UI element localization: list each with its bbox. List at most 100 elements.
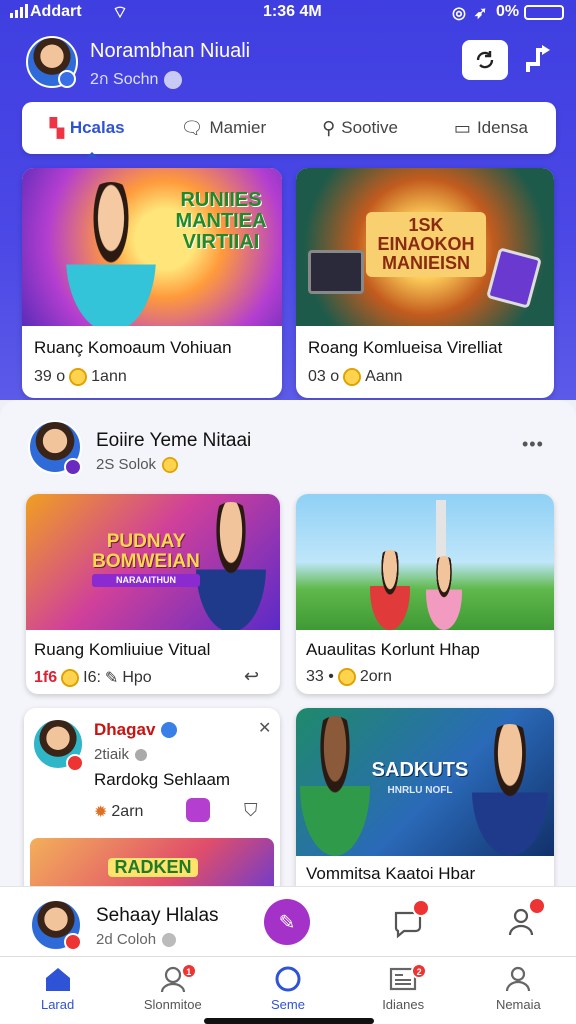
- verified-icon: [161, 722, 178, 738]
- card-time: Aann: [365, 368, 403, 385]
- notification-badge: [412, 899, 430, 917]
- character-illustration: [66, 182, 156, 326]
- nav-community[interactable]: 1 Slonmitoe: [123, 963, 223, 1012]
- phone-illustration: [486, 247, 542, 309]
- tab-hcalas[interactable]: ▚ Hcalas: [49, 117, 125, 158]
- card-artwork: RUNIIES MANTIEA VIRTIIAI: [22, 168, 282, 326]
- nav-label: Nemaia: [495, 997, 541, 1012]
- chat-meta: ✹ 2arn: [94, 802, 143, 822]
- chat-card[interactable]: Dhagav ✕ 2tiaik Rardokg Sehlaam ✹ 2arn ⛉…: [24, 708, 280, 898]
- card-action[interactable]: Hpo: [122, 669, 151, 687]
- flame-icon: ✹: [94, 804, 108, 821]
- nav-label: Idianes: [382, 997, 425, 1012]
- compose-button[interactable]: ✎: [264, 899, 310, 945]
- feature-card[interactable]: 1SK EINAOKOH MANIEISN Roang Komlueisa Vi…: [296, 168, 554, 398]
- share-icon: [526, 45, 550, 72]
- refresh-button[interactable]: [462, 40, 508, 80]
- share-button[interactable]: [522, 42, 556, 78]
- bookmark-icon[interactable]: ⛉: [244, 800, 258, 821]
- card-artwork: PUDNAY BOMWEIAN NARAAITHUN: [26, 494, 280, 630]
- home-icon: [45, 968, 70, 991]
- card-meta: 33 • 2orn: [306, 668, 392, 686]
- nav-seme[interactable]: Seme: [238, 965, 338, 1012]
- notification-badge: 1: [180, 963, 197, 979]
- post-sub: 2S Solok: [96, 456, 179, 473]
- artwork-title: PUDNAY BOMWEIAN: [92, 531, 200, 572]
- tab-label: Hcalas: [69, 118, 125, 137]
- chat-time: 2arn: [111, 803, 144, 820]
- post-sub-text: 2S Solok: [96, 456, 157, 473]
- character-illustration: [300, 716, 370, 856]
- card-caption: Vommitsa Kaatoi Hbar: [306, 864, 476, 883]
- card-caption: Roang Komlueisa Virelliat: [308, 338, 503, 357]
- profile-name: Norambhan Niuali: [90, 40, 251, 62]
- active-indicator: [85, 151, 98, 158]
- tab-bar: ▚ Hcalas 🗨 Mamier ⚲ Sootive ▭ Idensa: [22, 102, 556, 158]
- grid-icon: ▚: [49, 117, 64, 138]
- tab-label: Idensa: [476, 118, 528, 137]
- reaction-icon: [343, 368, 362, 386]
- feature-card[interactable]: RUNIIES MANTIEA VIRTIIAI Ruanç Komoaum V…: [22, 168, 282, 398]
- character-illustration: [370, 550, 410, 630]
- tab-sootive[interactable]: ⚲ Sootive: [322, 118, 398, 139]
- message-icon: ▭: [453, 117, 471, 138]
- search-icon: ⚲: [322, 117, 336, 138]
- tab-mamier[interactable]: 🗨 Mamier: [181, 118, 267, 139]
- chat-name: Dhagav: [94, 720, 156, 739]
- notification-badge: [528, 897, 546, 915]
- card-time: 2orn: [359, 668, 392, 685]
- nav-home[interactable]: Larad: [8, 965, 108, 1012]
- close-icon[interactable]: ✕: [258, 718, 271, 738]
- battery-label: 0%: [496, 3, 520, 20]
- card-time: I6:: [83, 669, 101, 686]
- preview-title: RADKEN: [108, 858, 198, 877]
- sticker-icon[interactable]: [186, 798, 210, 822]
- status-bar: Addart ⌔ 1:36 4M ◎ ➶ 0%: [0, 0, 576, 26]
- card-meta: 03 o Aann: [308, 368, 403, 386]
- pencil-icon: ✎: [278, 911, 296, 934]
- reaction-icon: [61, 669, 80, 687]
- tab-idensa[interactable]: ▭ Idensa: [454, 118, 528, 139]
- composer-bar: Sehaay Hlalas 2d Coloh ✎: [0, 886, 576, 956]
- nav-news[interactable]: 2 Idianes: [353, 963, 453, 1012]
- status-icon: [135, 748, 148, 761]
- composer-sub: 2d Coloh: [96, 931, 157, 948]
- notification-badge: 2: [411, 963, 428, 979]
- profile-sub-text: 2ก Sochn: [90, 71, 159, 88]
- card-caption: Auaulitas Korlunt Hhap: [306, 640, 480, 659]
- content-card[interactable]: PUDNAY BOMWEIAN NARAAITHUN Ruang Komliui…: [26, 494, 280, 694]
- messages-button[interactable]: [392, 899, 430, 939]
- content-card[interactable]: Auaulitas Korlunt Hhap 33 • 2orn: [296, 494, 554, 694]
- chat-text: Rardokg Sehlaam: [94, 770, 231, 789]
- card-time: 1ann: [91, 368, 127, 385]
- nav-label: Larad: [40, 997, 75, 1012]
- reaction-icon: [162, 456, 179, 473]
- artwork-title: 1SK EINAOKOH MANIEISN: [366, 212, 486, 277]
- card-artwork: SADKUTS HNRLU NOFL: [296, 708, 554, 856]
- more-options-button[interactable]: •••: [522, 434, 544, 455]
- wifi-icon: ⌔: [112, 3, 128, 22]
- chat-name-row: Dhagav: [94, 720, 178, 740]
- nav-label: Slonmitoe: [143, 997, 202, 1012]
- card-meta: 1f6 I6: ✎ Hpo: [34, 668, 152, 688]
- card-count: 1f6: [34, 669, 58, 686]
- chat-sub-row: 2tiaik: [94, 746, 148, 763]
- friends-button[interactable]: [506, 897, 546, 939]
- character-illustration: [196, 502, 266, 630]
- home-indicator: [204, 1018, 374, 1024]
- notification-badge: [64, 933, 82, 951]
- card-artwork: [296, 494, 554, 630]
- chat-sub: 2tiaik: [94, 746, 130, 763]
- reply-icon[interactable]: ↩: [244, 666, 259, 687]
- arrow-icon: ➶: [474, 5, 488, 22]
- bottom-navigation: Larad 1 Slonmitoe Seme 2 Idianes Nemaia: [0, 956, 576, 1024]
- nav-profile[interactable]: Nemaia: [468, 965, 568, 1012]
- card-count: 39 o: [34, 368, 66, 385]
- tab-label: Sootive: [341, 118, 398, 137]
- reaction-icon: [69, 368, 88, 386]
- emoji-icon: [164, 70, 183, 89]
- profile-sub: 2ก Sochn: [90, 67, 183, 92]
- clock: 1:36 4M: [263, 3, 322, 20]
- video-card[interactable]: SADKUTS HNRLU NOFL Vommitsa Kaatoi Hbar: [296, 708, 554, 898]
- pencil-icon: ✎: [104, 670, 119, 687]
